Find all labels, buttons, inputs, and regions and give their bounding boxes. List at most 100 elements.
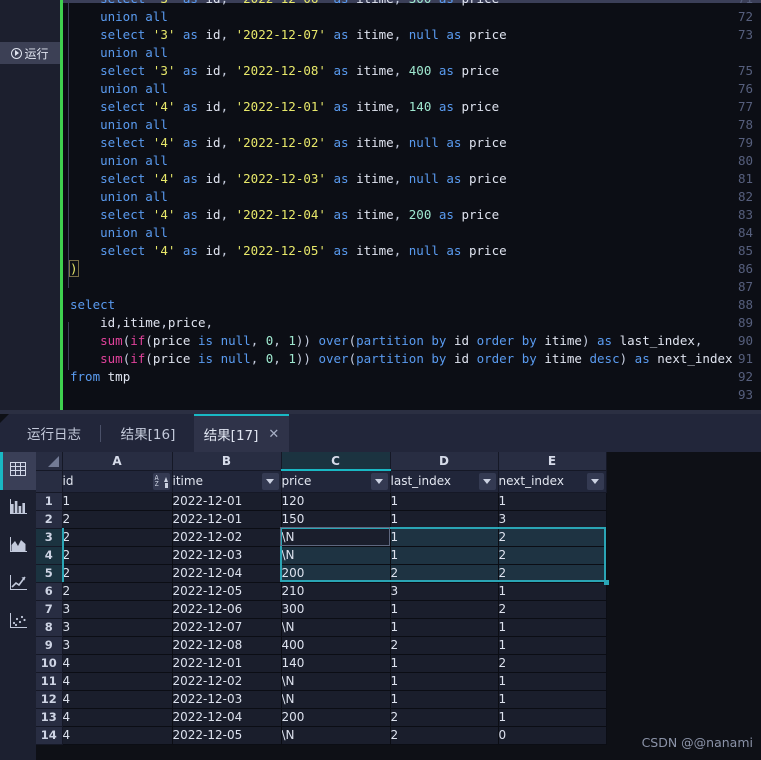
table-cell[interactable]: 2	[390, 564, 499, 583]
field-header-id[interactable]: id A Z	[62, 470, 173, 493]
column-header-B[interactable]: B	[172, 452, 282, 471]
table-cell[interactable]: 2022-12-01	[172, 510, 282, 529]
table-row[interactable]: 11 4 2022-12-02 \N 1 1	[36, 672, 607, 691]
table-cell[interactable]: 2022-12-07	[172, 618, 282, 637]
table-cell[interactable]: 2022-12-02	[172, 528, 282, 547]
table-cell[interactable]: 1	[390, 654, 499, 673]
run-button[interactable]: 运行	[0, 42, 60, 64]
table-row[interactable]: 10 4 2022-12-01 140 1 2	[36, 654, 607, 673]
table-cell[interactable]: 200	[281, 708, 391, 727]
row-header[interactable]: 9	[36, 636, 63, 655]
table-cell[interactable]: 300	[281, 600, 391, 619]
row-header[interactable]: 7	[36, 600, 63, 619]
table-cell[interactable]: 2022-12-03	[172, 690, 282, 709]
row-header[interactable]: 12	[36, 690, 63, 709]
field-header-price[interactable]: price	[281, 470, 391, 493]
chevron-down-icon[interactable]	[261, 472, 279, 490]
table-cell[interactable]: 2022-12-03	[172, 546, 282, 565]
result-tab-3[interactable]: 结果[17] ✕	[194, 414, 289, 452]
table-row[interactable]: 8 3 2022-12-07 \N 1 1	[36, 618, 607, 637]
rail-grid-table-icon[interactable]	[0, 452, 36, 490]
table-cell[interactable]: 1	[390, 510, 499, 529]
rail-bar-chart-icon[interactable]	[0, 490, 36, 528]
table-cell[interactable]: 1	[498, 690, 607, 709]
table-cell[interactable]: 4	[62, 708, 173, 727]
table-row[interactable]: 14 4 2022-12-05 \N 2 0	[36, 726, 607, 745]
table-cell[interactable]: 1	[390, 546, 499, 565]
table-cell[interactable]: 2	[390, 708, 499, 727]
table-cell[interactable]: 1	[498, 582, 607, 601]
table-cell[interactable]: 4	[62, 672, 173, 691]
table-row[interactable]: 13 4 2022-12-04 200 2 1	[36, 708, 607, 727]
result-table[interactable]: A B C D Eid A Zitime price last_index next_index 1…	[36, 452, 607, 745]
table-cell[interactable]: 1	[390, 672, 499, 691]
table-cell[interactable]: 2	[390, 636, 499, 655]
table-cell[interactable]: 150	[281, 510, 391, 529]
table-cell[interactable]: 2	[498, 564, 607, 583]
table-cell[interactable]: 1	[390, 492, 499, 511]
rail-area-chart-icon[interactable]	[0, 528, 36, 566]
table-cell[interactable]: 2022-12-05	[172, 582, 282, 601]
table-row[interactable]: 9 3 2022-12-08 400 2 1	[36, 636, 607, 655]
table-cell[interactable]: \N	[281, 546, 391, 565]
table-cell[interactable]: 1	[62, 492, 173, 511]
row-header[interactable]: 10	[36, 654, 63, 673]
table-row[interactable]: 7 3 2022-12-06 300 1 2	[36, 600, 607, 619]
table-cell[interactable]: 2	[498, 528, 607, 547]
table-row[interactable]: 6 2 2022-12-05 210 3 1	[36, 582, 607, 601]
table-cell[interactable]: 2022-12-04	[172, 708, 282, 727]
rail-line-chart-icon[interactable]	[0, 566, 36, 604]
table-cell[interactable]: \N	[281, 690, 391, 709]
table-cell[interactable]: 1	[498, 672, 607, 691]
table-cell[interactable]: 140	[281, 654, 391, 673]
table-cell[interactable]: 2022-12-08	[172, 636, 282, 655]
table-cell[interactable]: 1	[390, 690, 499, 709]
result-grid[interactable]: A B C D Eid A Zitime price last_index next_index 1…	[36, 452, 761, 760]
field-header-last_index[interactable]: last_index	[390, 470, 499, 493]
row-header[interactable]: 1	[36, 492, 63, 511]
table-cell[interactable]: 210	[281, 582, 391, 601]
table-cell[interactable]: 1	[498, 618, 607, 637]
rail-scatter-chart-icon[interactable]	[0, 604, 36, 642]
table-cell[interactable]: 1	[498, 708, 607, 727]
row-header[interactable]: 8	[36, 618, 63, 637]
sort-az-icon[interactable]: AZ	[152, 472, 170, 490]
row-header[interactable]: 3	[36, 528, 63, 547]
table-cell[interactable]: 3	[62, 600, 173, 619]
sql-editor[interactable]: 7172737576777879808182838485868788899091…	[0, 0, 761, 410]
table-cell[interactable]: 2022-12-01	[172, 654, 282, 673]
row-header[interactable]: 14	[36, 726, 63, 745]
table-cell[interactable]: 2	[498, 654, 607, 673]
row-header[interactable]: 6	[36, 582, 63, 601]
table-cell[interactable]: 4	[62, 690, 173, 709]
table-cell[interactable]: 2022-12-01	[172, 492, 282, 511]
table-cell[interactable]: 2	[62, 510, 173, 529]
table-row[interactable]: 12 4 2022-12-03 \N 1 1	[36, 690, 607, 709]
close-icon[interactable]: ✕	[268, 427, 279, 442]
code-area[interactable]: select '3' as id, '2022-12-06' as itime,…	[69, 0, 761, 410]
field-header-itime[interactable]: itime	[172, 470, 282, 493]
table-cell[interactable]: 2	[390, 726, 499, 745]
table-row[interactable]: 5 2 2022-12-04 200 2 2	[36, 564, 607, 583]
select-all-corner[interactable]	[36, 452, 63, 471]
table-cell[interactable]: 120	[281, 492, 391, 511]
column-header-E[interactable]: E	[498, 452, 607, 471]
table-row[interactable]: 4 2 2022-12-03 \N 1 2	[36, 546, 607, 565]
table-cell[interactable]: 2022-12-02	[172, 672, 282, 691]
table-cell[interactable]: 1	[498, 492, 607, 511]
table-cell[interactable]: 2	[62, 564, 173, 583]
table-cell[interactable]: 4	[62, 654, 173, 673]
row-header[interactable]: 11	[36, 672, 63, 691]
table-cell[interactable]: 3	[62, 618, 173, 637]
row-header[interactable]: 5	[36, 564, 63, 583]
table-cell[interactable]: \N	[281, 672, 391, 691]
selection-fill-handle[interactable]	[604, 580, 609, 585]
table-cell[interactable]: 2	[62, 546, 173, 565]
table-cell[interactable]: \N	[281, 726, 391, 745]
table-cell[interactable]: 3	[62, 636, 173, 655]
column-header-D[interactable]: D	[390, 452, 499, 471]
column-header-A[interactable]: A	[62, 452, 173, 471]
row-header[interactable]: 13	[36, 708, 63, 727]
table-cell[interactable]: 1	[390, 528, 499, 547]
table-row[interactable]: 2 2 2022-12-01 150 1 3	[36, 510, 607, 529]
